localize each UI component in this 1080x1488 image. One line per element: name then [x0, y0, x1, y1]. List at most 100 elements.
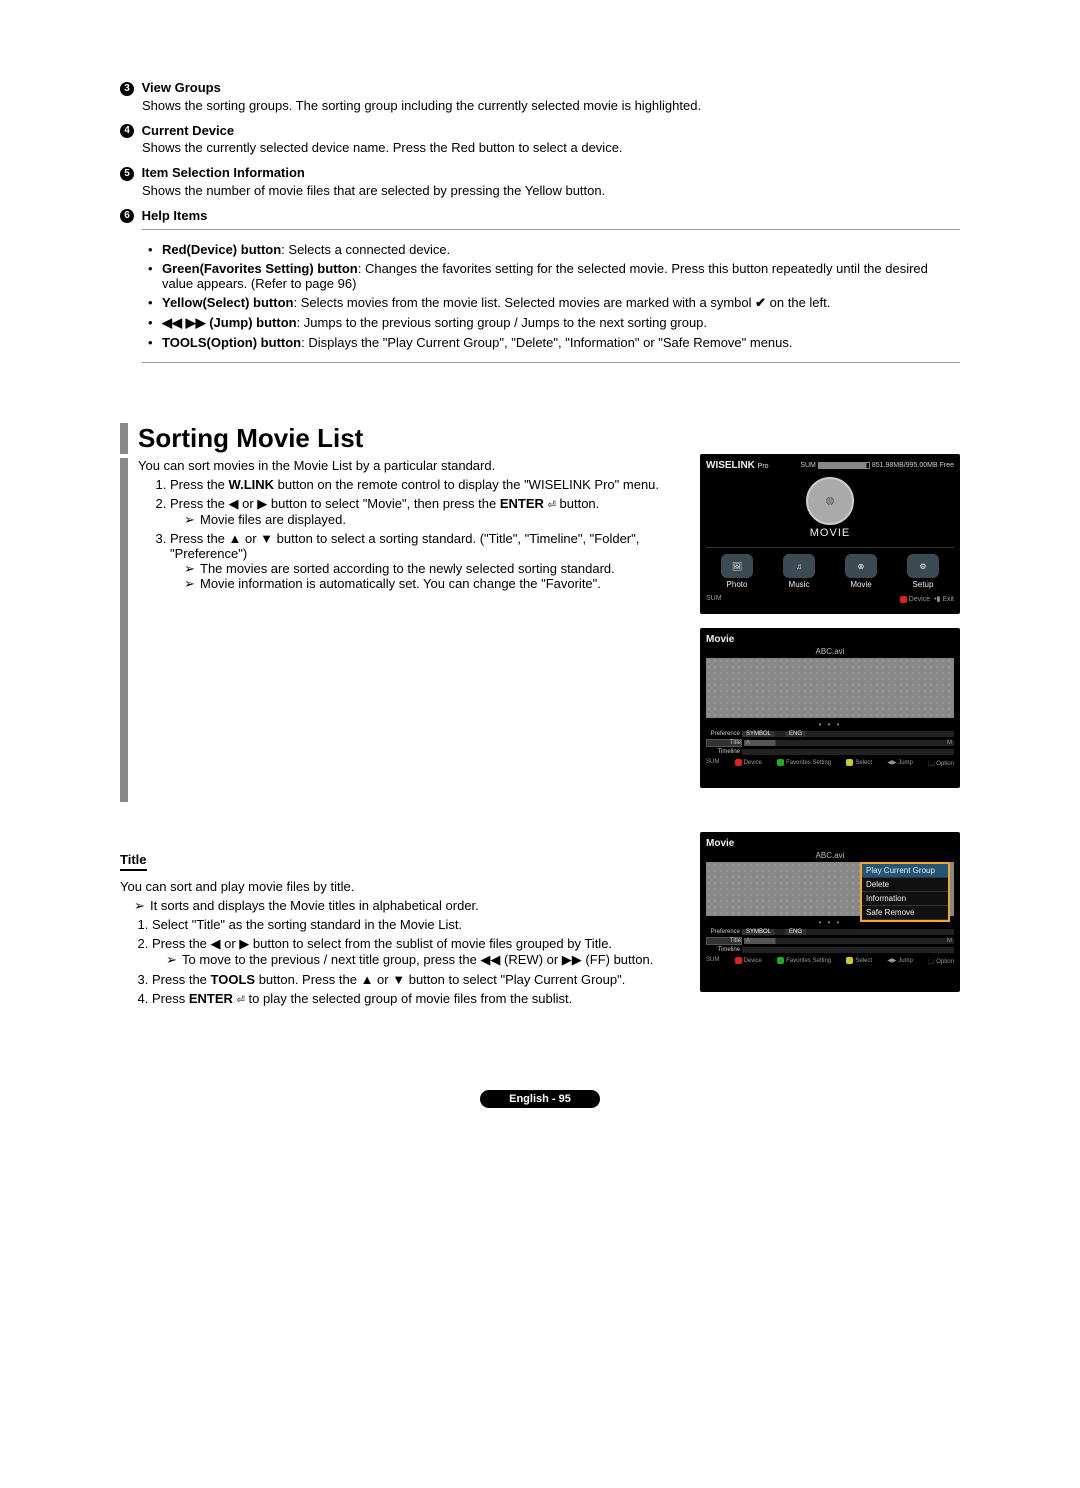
title-heading: Title: [120, 852, 147, 871]
footer-sum: SUM: [706, 595, 722, 603]
title-step-4: Press ENTER ⏎ to play the selected group…: [152, 991, 688, 1006]
step-3: Press the ▲ or ▼ button to select a sort…: [170, 531, 688, 591]
s3-title-label[interactable]: Title: [706, 937, 742, 945]
gear-icon: ⚙: [907, 554, 939, 578]
storage-indicator: SUM 851.98MB/995.00MB Free: [800, 462, 954, 469]
help-yellow-pre: : Selects movies from the movie list. Se…: [293, 295, 755, 310]
enter-icon: ⏎: [548, 500, 556, 511]
help-yellow: Yellow(Select) button: Selects movies fr…: [152, 295, 960, 311]
help-jump-text: : Jumps to the previous sorting group / …: [297, 315, 707, 330]
movie-list-tools-screenshot: Movie ABC.avi Play Current Group Delete …: [700, 832, 960, 992]
help-red-text: : Selects a connected device.: [281, 242, 450, 257]
help-red: Red(Device) button: Selects a connected …: [152, 242, 960, 257]
movie-hero: MOVIE: [706, 477, 954, 539]
check-icon: ✔: [755, 295, 766, 310]
step1-post: button on the remote control to display …: [274, 477, 659, 492]
title-label[interactable]: Title: [706, 739, 742, 747]
help-tools-label: TOOLS(Option) button: [162, 335, 301, 350]
movie-header: Movie: [706, 634, 954, 645]
item-5-desc: Shows the number of movie files that are…: [142, 183, 960, 198]
help-jump-label: ◀◀ ▶▶ (Jump) button: [162, 315, 297, 330]
step1-pre: Press the: [170, 477, 229, 492]
help-green-label: Green(Favorites Setting) button: [162, 261, 358, 276]
music-tile[interactable]: ♫Music: [783, 554, 815, 589]
movie-icon: ⊗: [845, 554, 877, 578]
tag-eng: ENG: [785, 731, 806, 737]
section-title: Sorting Movie List: [138, 423, 960, 454]
title-range-bar[interactable]: AM: [744, 740, 954, 746]
item-4: 4 Current Device Shows the currently sel…: [120, 123, 960, 156]
title-section: Title You can sort and play movie files …: [120, 832, 688, 1010]
s2-footer-sum: SUM: [706, 759, 719, 769]
step2-post: button.: [556, 496, 599, 511]
section-heading: Sorting Movie List: [120, 423, 960, 454]
s3-movie-header: Movie: [706, 838, 954, 849]
s3-movie-filename: ABC.avi: [706, 851, 954, 860]
section-intro: You can sort movies in the Movie List by…: [138, 458, 688, 473]
step2-bold: ENTER: [500, 496, 544, 511]
item-5-title: Item Selection Information: [142, 165, 305, 180]
menu-delete[interactable]: Delete: [862, 878, 948, 892]
title-step-2-note: To move to the previous / next title gro…: [168, 952, 688, 968]
step-2: Press the ◀ or ▶ button to select "Movie…: [170, 496, 688, 527]
help-red-label: Red(Device) button: [162, 242, 281, 257]
step3-text: Press the ▲ or ▼ button to select a sort…: [170, 531, 639, 561]
movie-hero-label: MOVIE: [706, 527, 954, 539]
step2-note: Movie files are displayed.: [186, 512, 688, 527]
s2-footer-select: Select: [855, 760, 872, 766]
film-reel-icon: [806, 477, 854, 525]
help-jump: ◀◀ ▶▶ (Jump) button: Jumps to the previo…: [152, 315, 960, 331]
wiselink-menu-screenshot: WISELINK Pro SUM 851.98MB/995.00MB Free …: [700, 454, 960, 614]
step2-pre: Press the ◀ or ▶ button to select "Movie…: [170, 496, 500, 511]
manual-page: 3 View Groups Shows the sorting groups. …: [0, 0, 1080, 1148]
music-icon: ♫: [783, 554, 815, 578]
movie-filename: ABC.avi: [706, 647, 954, 656]
movie-tile[interactable]: ⊗Movie: [845, 554, 877, 589]
enter-icon-2: ⏎: [237, 995, 245, 1006]
step3-note2: Movie information is automatically set. …: [186, 576, 688, 591]
movie-preview: [706, 658, 954, 718]
menu-information[interactable]: Information: [862, 892, 948, 906]
title-step-1: Select "Title" as the sorting standard i…: [152, 917, 688, 932]
photo-tile[interactable]: 🖼Photo: [721, 554, 753, 589]
timeline-label[interactable]: Timeline: [706, 749, 740, 755]
footer-device: Device •▮ Exit: [900, 595, 954, 603]
menu-safe-remove[interactable]: Safe Remove: [862, 906, 948, 920]
item-6-title: Help Items: [142, 208, 208, 223]
title-step-2: Press the ◀ or ▶ button to select from t…: [152, 936, 688, 968]
s3-pref-label[interactable]: Preference: [706, 929, 740, 935]
help-green: Green(Favorites Setting) button: Changes…: [152, 261, 960, 291]
pref-label[interactable]: Preference: [706, 731, 740, 737]
num-5-icon: 5: [120, 167, 134, 181]
s2-footer-device: Device: [744, 760, 762, 766]
menu-play-current-group[interactable]: Play Current Group: [862, 864, 948, 878]
tools-context-menu: Play Current Group Delete Information Sa…: [860, 862, 950, 922]
s3-footer-sum: SUM: [706, 957, 719, 967]
help-yellow-label: Yellow(Select) button: [162, 295, 293, 310]
photo-icon: 🖼: [721, 554, 753, 578]
screenshots-col: WISELINK Pro SUM 851.98MB/995.00MB Free …: [700, 454, 960, 802]
num-6-icon: 6: [120, 209, 134, 223]
num-4-icon: 4: [120, 124, 134, 138]
brand-label: WISELINK Pro: [706, 460, 769, 471]
instructions-col: You can sort movies in the Movie List by…: [120, 458, 688, 802]
pagination-dots-icon: • • •: [706, 720, 954, 729]
item-3-title: View Groups: [142, 80, 221, 95]
tag-symbol: SYMBOL: [742, 731, 775, 737]
s2-footer-fav: Favorites Setting: [786, 760, 831, 766]
item-3-desc: Shows the sorting groups. The sorting gr…: [142, 98, 960, 113]
help-items-box: Red(Device) button: Selects a connected …: [142, 229, 960, 363]
title-step-3: Press the TOOLS button. Press the ▲ or ▼…: [152, 972, 688, 987]
step3-note1: The movies are sorted according to the n…: [186, 561, 688, 576]
s2-footer-option: Option: [936, 761, 954, 767]
step1-bold: W.LINK: [229, 477, 275, 492]
s3-timeline-label[interactable]: Timeline: [706, 947, 740, 953]
movie-list-screenshot: Movie ABC.avi • • • PreferenceSYMBOLENG …: [700, 628, 960, 788]
setup-tile[interactable]: ⚙Setup: [907, 554, 939, 589]
title-note: It sorts and displays the Movie titles i…: [136, 898, 688, 913]
item-4-desc: Shows the currently selected device name…: [142, 140, 960, 155]
help-yellow-post: on the left.: [766, 295, 830, 310]
step-1: Press the W.LINK button on the remote co…: [170, 477, 688, 492]
s2-footer-jump: Jump: [898, 760, 913, 766]
page-footer: English - 95: [480, 1090, 600, 1108]
